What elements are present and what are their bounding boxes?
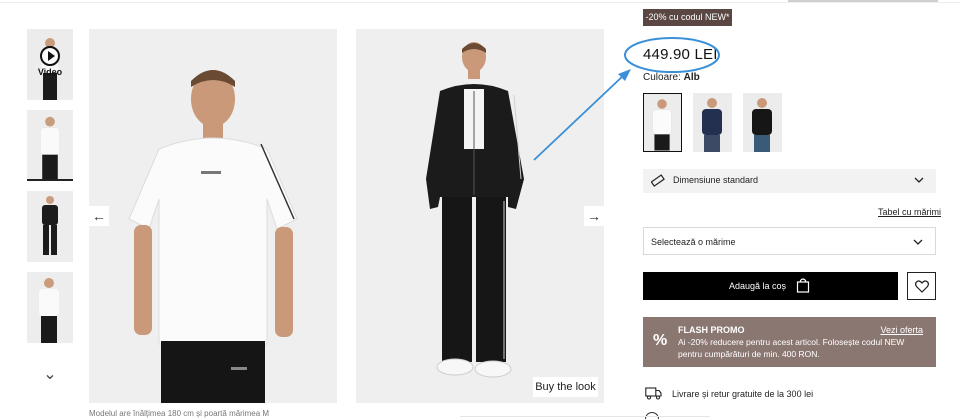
- previous-image-button[interactable]: ←: [89, 206, 109, 226]
- model-white-tshirt-image: [89, 29, 337, 403]
- color-label: Culoare: Alb: [643, 72, 700, 83]
- black-tshirt-swatch-image: [743, 93, 782, 152]
- color-value: Alb: [683, 72, 700, 83]
- play-icon: [40, 46, 60, 66]
- delivery-truck-icon: [645, 387, 662, 400]
- color-swatch-white[interactable]: [643, 93, 682, 152]
- product-photo-front: [89, 29, 337, 403]
- thumbnail-front[interactable]: [27, 110, 73, 181]
- white-tshirt-swatch-image: [644, 94, 681, 151]
- product-photo-full-look: [356, 29, 604, 403]
- product-price: 449.90 LEI: [643, 46, 718, 63]
- shopping-bag-icon: [796, 278, 810, 293]
- video-overlay: Video: [27, 46, 73, 77]
- color-swatch-black[interactable]: [743, 93, 782, 152]
- color-label-text: Culoare:: [643, 72, 681, 83]
- buy-the-look-button[interactable]: Buy the look: [533, 377, 598, 397]
- top-tab-indicator: [788, 0, 938, 2]
- size-table-link[interactable]: Tabel cu mărimi: [878, 207, 941, 217]
- video-label: Video: [37, 67, 63, 77]
- add-to-cart-button[interactable]: Adaugă la coș: [643, 272, 898, 300]
- model-black-tracksuit-image: [356, 29, 604, 403]
- thumbnail-video[interactable]: Video: [27, 29, 73, 100]
- model-thumbnail-image: [27, 272, 73, 343]
- model-size-caption: Modelul are înălțimea 180 cm și poartă m…: [89, 409, 270, 418]
- model-thumbnail-image: [27, 110, 73, 179]
- free-delivery-text: Livrare și retur gratuite de la 300 lei: [672, 389, 814, 399]
- thumbnail-side[interactable]: [27, 272, 73, 343]
- bottom-divider: [460, 416, 710, 417]
- size-fit-label: Dimensiune standard: [673, 175, 759, 185]
- chevron-down-icon[interactable]: ⌄: [41, 366, 59, 384]
- percent-icon: %: [653, 332, 668, 349]
- promo-badge: -20% cu codul NEW*: [643, 9, 732, 26]
- flash-promo-text: Ai -20% reducere pentru acest articol. F…: [678, 337, 905, 359]
- ruler-icon: [651, 174, 665, 187]
- add-to-cart-label: Adaugă la coș: [729, 281, 787, 291]
- view-offer-link[interactable]: Vezi oferta: [880, 325, 923, 335]
- size-fit-dropdown[interactable]: Dimensiune standard: [643, 169, 936, 193]
- size-select[interactable]: Selectează o mărime: [643, 227, 936, 255]
- next-image-button[interactable]: →: [584, 206, 604, 226]
- top-divider: [0, 2, 960, 3]
- flash-promo-title: FLASH PROMO: [678, 325, 745, 335]
- flash-promo-banner: % FLASH PROMO Vezi oferta Ai -20% reduce…: [643, 317, 936, 367]
- heart-icon: [915, 280, 929, 293]
- wishlist-button[interactable]: [907, 272, 936, 300]
- thumbnail-full-look[interactable]: [27, 191, 73, 262]
- chevron-down-icon: [913, 239, 923, 245]
- color-swatch-navy[interactable]: [693, 93, 732, 152]
- navy-tshirt-swatch-image: [693, 93, 732, 152]
- model-thumbnail-image: [27, 191, 73, 262]
- size-select-placeholder: Selectează o mărime: [651, 237, 736, 247]
- chevron-down-icon: [914, 177, 924, 183]
